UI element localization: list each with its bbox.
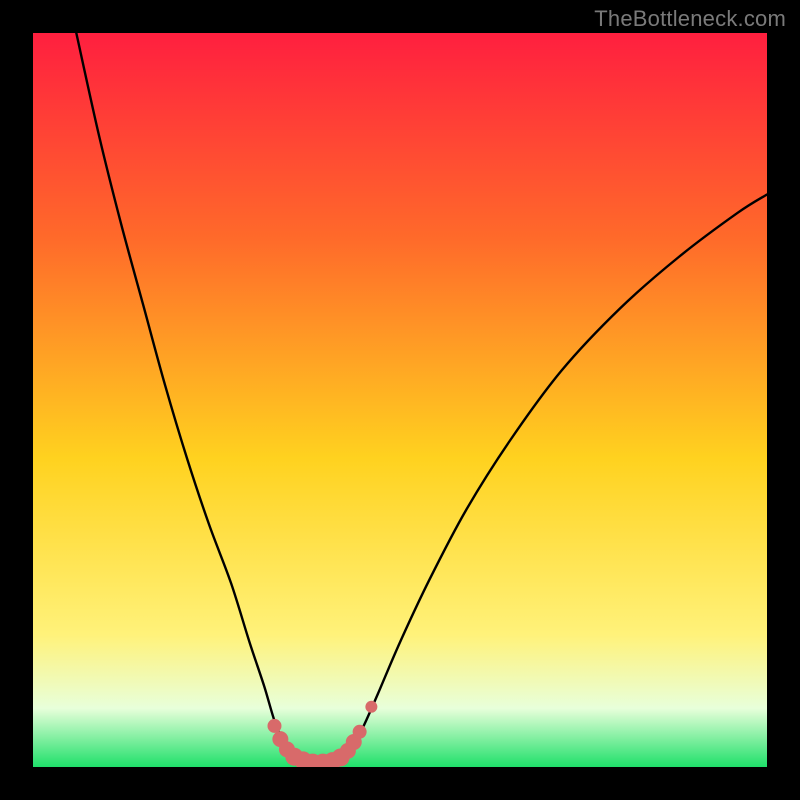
watermark-text: TheBottleneck.com xyxy=(594,6,786,32)
chart-frame: TheBottleneck.com xyxy=(0,0,800,800)
plot-background xyxy=(33,33,767,767)
curve-marker xyxy=(267,719,281,733)
chart-svg xyxy=(0,0,800,800)
curve-marker xyxy=(365,701,377,713)
curve-marker xyxy=(353,725,367,739)
